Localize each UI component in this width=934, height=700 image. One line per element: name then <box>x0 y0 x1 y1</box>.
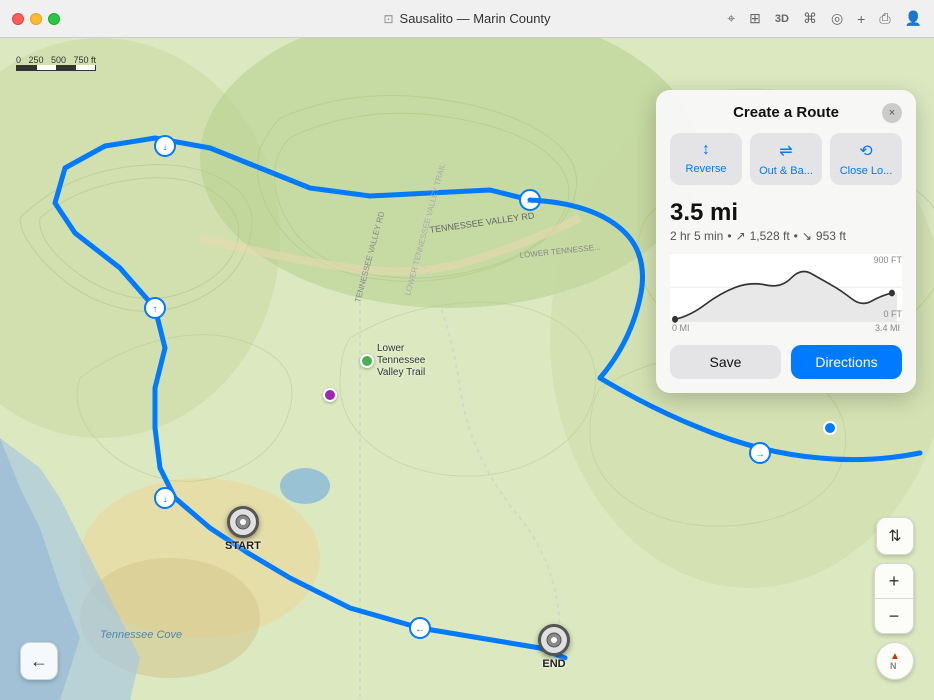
back-icon: ← <box>30 651 48 672</box>
share-icon[interactable]: ⎙ <box>879 10 890 27</box>
waypoint-marker[interactable] <box>323 388 337 402</box>
separator2: • <box>794 229 798 243</box>
scale-labels: 0 250 500 750 ft <box>16 55 96 65</box>
route-distance: 3.5 mi <box>670 199 902 227</box>
svg-text:↑: ↑ <box>153 304 158 315</box>
elevation-chart: 900 FT 0 FT 0 MI 3.4 MI <box>670 253 902 333</box>
title-bar: ⊡ Sausalito — Marin County ⌖ ⊞ 3D ⌘ ◎ + … <box>0 0 934 38</box>
elevation-up: 1,528 ft <box>750 229 790 243</box>
zoom-out-button[interactable]: − <box>875 599 913 633</box>
separator: • <box>727 229 731 243</box>
compass-button[interactable]: ▲ N <box>876 642 914 680</box>
save-button[interactable]: Save <box>670 345 781 379</box>
route-time: 2 hr 5 min <box>670 229 723 243</box>
out-back-icon: ⇌ <box>779 141 792 161</box>
minimize-button[interactable] <box>30 13 42 25</box>
close-icon: × <box>889 107 895 119</box>
traffic-lights <box>12 13 60 25</box>
filter-button[interactable]: ⇅ <box>876 517 914 555</box>
directions-button[interactable]: Directions <box>791 345 902 379</box>
elevation-down: 953 ft <box>816 229 846 243</box>
zoom-in-button[interactable]: + <box>875 564 913 598</box>
reverse-label: Reverse <box>686 163 727 175</box>
elev-y-max: 900 FT <box>873 255 902 265</box>
3d-icon[interactable]: 3D <box>775 13 789 25</box>
svg-text:↓: ↓ <box>163 494 168 505</box>
panel-header: Create a Route × <box>670 104 902 121</box>
elevation-up-icon: ↗ <box>736 229 746 243</box>
maximize-button[interactable] <box>48 13 60 25</box>
panel-footer: Save Directions <box>670 345 902 379</box>
svg-text:←: ← <box>415 624 425 635</box>
end-marker[interactable]: END <box>538 624 570 670</box>
bottom-right-controls: ⇅ + − ▲ N <box>874 517 914 680</box>
svg-text:↓: ↓ <box>163 142 168 153</box>
route-details: 2 hr 5 min • ↗ 1,528 ft • ↘ 953 ft <box>670 229 902 243</box>
svg-text:Tennessee Cove: Tennessee Cove <box>100 629 182 641</box>
elev-x-max: 3.4 MI <box>875 323 900 333</box>
toolbar-icons: ⌖ ⊞ 3D ⌘ ◎ + ⎙ 👤 <box>727 10 922 27</box>
compass-icon: ▲ N <box>890 652 900 671</box>
elevation-down-icon: ↘ <box>802 229 812 243</box>
start-marker[interactable]: START <box>225 506 261 552</box>
elev-x-min: 0 MI <box>672 323 690 333</box>
account-icon[interactable]: 👤 <box>905 10 922 27</box>
location-arrow-icon[interactable]: ⌖ <box>727 10 735 27</box>
out-back-button[interactable]: ⇌ Out & Ba... <box>750 133 822 185</box>
route-stats: 3.5 mi 2 hr 5 min • ↗ 1,528 ft • ↘ 953 f… <box>670 199 902 243</box>
start-label: START <box>225 540 261 552</box>
transit-icon[interactable]: ⌘ <box>803 10 817 27</box>
close-loop-icon: ⟲ <box>859 141 872 161</box>
zoom-controls: + − <box>874 563 914 634</box>
elev-x-labels: 0 MI 3.4 MI <box>670 323 902 333</box>
panel-actions: ↕ Reverse ⇌ Out & Ba... ⟲ Close Lo... <box>670 133 902 185</box>
out-back-label: Out & Ba... <box>759 165 813 177</box>
reverse-button[interactable]: ↕ Reverse <box>670 133 742 185</box>
bottom-left-controls: ← <box>20 642 58 680</box>
elev-y-min: 0 FT <box>883 309 902 319</box>
scale-line <box>16 65 96 71</box>
window-title: ⊡ Sausalito — Marin County <box>383 11 550 26</box>
close-loop-label: Close Lo... <box>840 165 893 177</box>
scale-bar: 0 250 500 750 ft <box>16 54 96 71</box>
filter-icon: ⇅ <box>888 526 901 546</box>
end-label: END <box>542 658 565 670</box>
elevation-svg <box>670 253 902 333</box>
back-button[interactable]: ← <box>20 642 58 680</box>
poi-label: Lower Tennessee Valley Trail <box>377 343 447 379</box>
poi-dot <box>360 354 374 368</box>
start-circle <box>227 506 259 538</box>
poi-marker[interactable]: Lower Tennessee Valley Trail <box>360 343 447 379</box>
location-icon[interactable]: ◎ <box>831 10 843 27</box>
panel-close-button[interactable]: × <box>882 103 902 123</box>
close-loop-button[interactable]: ⟲ Close Lo... <box>830 133 902 185</box>
add-icon[interactable]: + <box>857 11 865 27</box>
svg-text:→: → <box>755 449 765 460</box>
route-panel: Create a Route × ↕ Reverse ⇌ Out & Ba...… <box>656 90 916 393</box>
end-circle <box>538 624 570 656</box>
close-button[interactable] <box>12 13 24 25</box>
panel-title: Create a Route <box>733 104 839 121</box>
map-container: ↓ ↑ → ↓ ← → TENNESSEE VALLEY RD LOWER TE… <box>0 38 934 700</box>
reverse-icon: ↕ <box>702 141 710 159</box>
layers-icon[interactable]: ⊞ <box>749 10 761 27</box>
